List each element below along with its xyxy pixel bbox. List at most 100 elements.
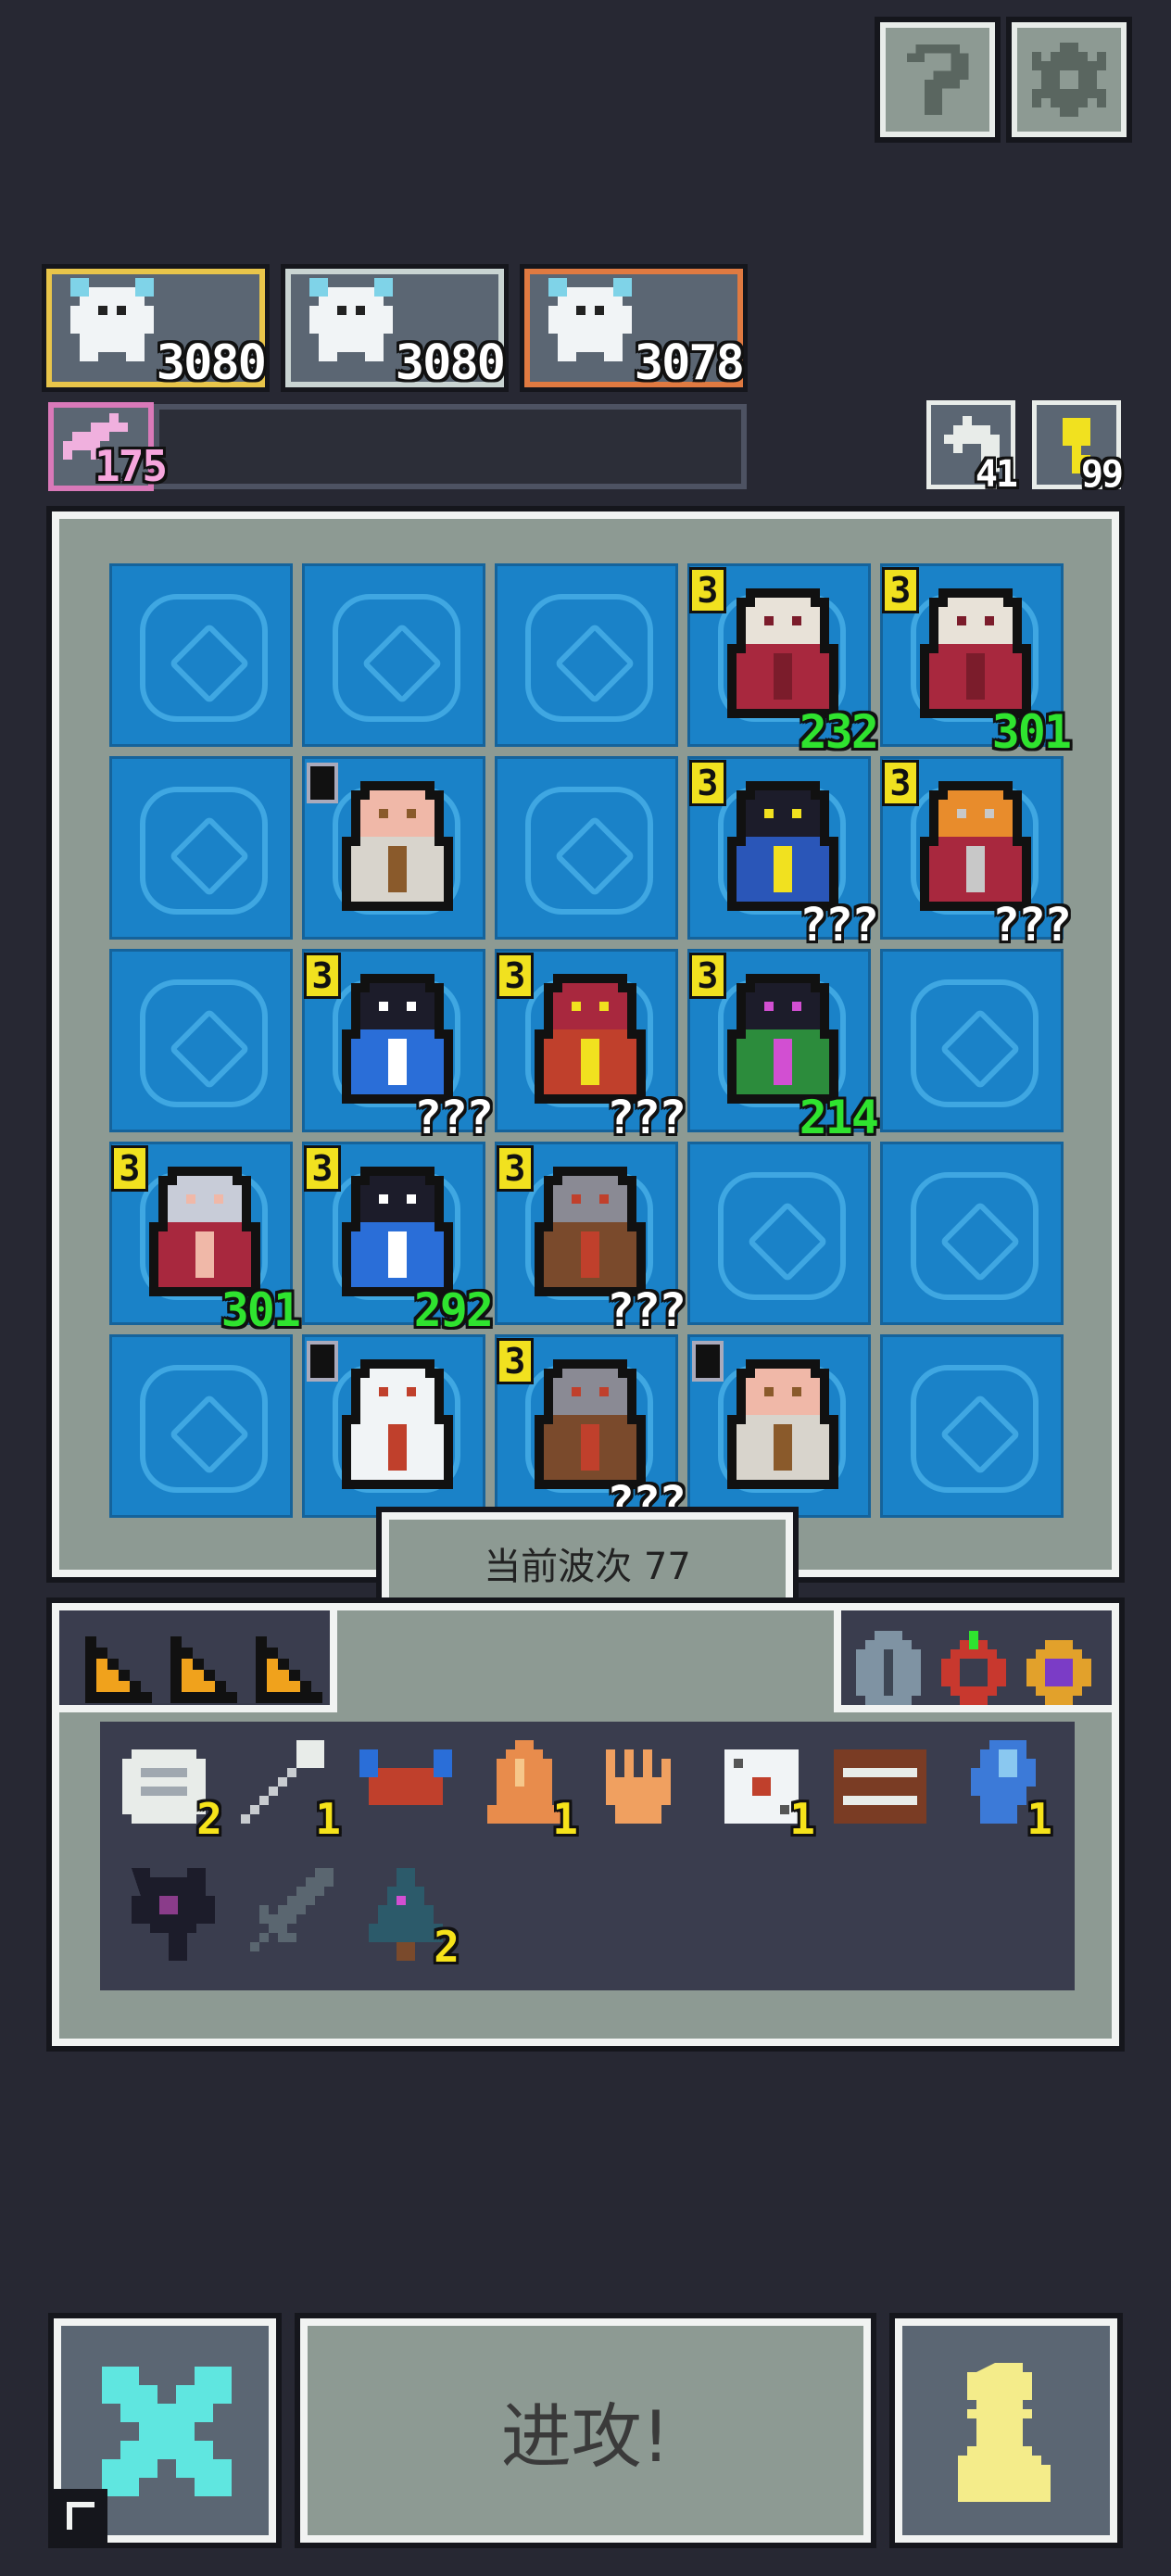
- unit-hp-value: ???: [799, 898, 879, 952]
- attack-button[interactable]: 进攻!: [300, 2318, 871, 2543]
- board-cell[interactable]: [880, 1142, 1064, 1325]
- reroll-button[interactable]: 41: [926, 400, 1018, 496]
- key-button[interactable]: 99: [1032, 400, 1124, 496]
- board-cell[interactable]: 3 292: [302, 1142, 494, 1337]
- help-button[interactable]: [880, 22, 995, 137]
- board-cell[interactable]: [109, 1334, 293, 1518]
- star-level-badge: 3: [885, 570, 916, 611]
- item-count: 1: [789, 1794, 815, 1844]
- unit-white-yeti[interactable]: [305, 1337, 488, 1521]
- unit-old-farmer[interactable]: [305, 759, 488, 942]
- inventory-item[interactable]: 1: [241, 1740, 341, 1844]
- inventory-item[interactable]: [834, 1740, 926, 1833]
- cheese-wedge-icon[interactable]: [170, 1636, 237, 1703]
- inventory-item[interactable]: 2: [122, 1740, 222, 1844]
- unit-red-armored-knight[interactable]: 3???: [497, 952, 686, 1144]
- board-cell[interactable]: 3 301: [109, 1142, 301, 1337]
- inventory-item[interactable]: 1: [715, 1740, 815, 1844]
- cheese-wedge-icon[interactable]: [85, 1636, 152, 1703]
- unit-dark-haired-mage[interactable]: 3???: [690, 759, 879, 952]
- board-cell[interactable]: [880, 949, 1064, 1132]
- star-level-badge: 3: [114, 1148, 145, 1189]
- unit-iron-shield-guard[interactable]: 3???: [497, 1337, 686, 1530]
- board-cell[interactable]: 3 301: [880, 563, 1072, 759]
- gear-icon: [1032, 43, 1106, 117]
- hero-card-2[interactable]: 3080: [285, 269, 506, 391]
- star-level-badge: [307, 1341, 338, 1382]
- purple-ring-icon[interactable]: [1026, 1631, 1091, 1705]
- inventory-item[interactable]: [359, 1740, 452, 1833]
- board-cell[interactable]: [495, 756, 678, 940]
- board-cell[interactable]: [880, 1334, 1064, 1518]
- star-level-badge: 3: [499, 955, 531, 996]
- beetle-icon[interactable]: [856, 1631, 921, 1705]
- old-farmer-icon: [342, 781, 453, 911]
- crab-icon: [359, 1749, 452, 1805]
- hero-power-value: 3078: [634, 335, 745, 391]
- unit-hp-value: 214: [799, 1091, 879, 1144]
- board-cell[interactable]: [109, 563, 293, 747]
- board-cell[interactable]: [687, 1334, 871, 1518]
- unit-silver-haired-girl[interactable]: 3 301: [112, 1144, 301, 1337]
- unit-hp-value: 232: [799, 705, 879, 759]
- inventory-item[interactable]: [122, 1868, 215, 1961]
- key-count: 99: [1080, 453, 1124, 496]
- star-level-badge: 3: [692, 955, 724, 996]
- board-cell[interactable]: [302, 1334, 485, 1518]
- inventory-item[interactable]: 2: [359, 1868, 460, 1972]
- unit-red-hooded-monk[interactable]: 3 301: [883, 566, 1072, 759]
- unit-hp-value: 301: [220, 1283, 301, 1337]
- board-cell[interactable]: 3???: [302, 949, 494, 1144]
- star-level-badge: 3: [692, 763, 724, 803]
- attack-label: 进攻!: [500, 2395, 671, 2478]
- board-cell[interactable]: 3???: [880, 756, 1072, 952]
- board-cell[interactable]: [109, 756, 293, 940]
- unit-red-hooded-monk[interactable]: 3 232: [690, 566, 879, 759]
- star-level-badge: 3: [499, 1148, 531, 1189]
- tile-pattern: [525, 787, 653, 915]
- tile-pattern: [140, 787, 268, 915]
- pawn-button[interactable]: [895, 2318, 1117, 2543]
- hero-card-1[interactable]: 3080: [46, 269, 267, 391]
- unit-green-witch[interactable]: 3 214: [690, 952, 879, 1144]
- old-farmer-icon: [727, 1359, 838, 1489]
- unit-blue-shadow-beast[interactable]: 3???: [305, 952, 494, 1144]
- hero-card-3[interactable]: 3078: [524, 269, 745, 391]
- board-cell[interactable]: [495, 563, 678, 747]
- board-cell[interactable]: 3???: [495, 1142, 686, 1337]
- board-cell[interactable]: 3 232: [687, 563, 879, 759]
- board-cell[interactable]: [109, 949, 293, 1132]
- tile-pattern: [140, 979, 268, 1107]
- red-ring-icon[interactable]: [941, 1631, 1006, 1705]
- item-slots: 2 1 1 1 1 2: [100, 1722, 1075, 1990]
- unit-hp-value: ???: [991, 898, 1072, 952]
- tile-pattern: [911, 979, 1039, 1107]
- board-cell[interactable]: 3???: [495, 949, 686, 1144]
- inventory-item[interactable]: 1: [952, 1740, 1052, 1844]
- board-cell[interactable]: 3 214: [687, 949, 879, 1144]
- unit-old-farmer[interactable]: [690, 1337, 874, 1521]
- board-cell[interactable]: 3???: [687, 756, 879, 952]
- board-cell[interactable]: 3???: [495, 1334, 686, 1530]
- cheese-wedge-icon[interactable]: [256, 1636, 322, 1703]
- hero-power-value: 3080: [156, 335, 267, 391]
- shadow-flower-icon: [132, 1868, 215, 1961]
- unit-iron-shield-guard[interactable]: 3???: [497, 1144, 686, 1337]
- tile-pattern: [718, 1172, 846, 1300]
- star-level-badge: 3: [885, 763, 916, 803]
- board-cell[interactable]: [302, 756, 485, 940]
- inventory-item[interactable]: [597, 1740, 689, 1833]
- inventory-item[interactable]: [241, 1868, 334, 1961]
- progress-badge: 175: [48, 402, 168, 491]
- yeti-portrait-icon: [70, 278, 154, 361]
- board-cell[interactable]: [687, 1142, 871, 1325]
- unit-blue-shadow-beast[interactable]: 3 292: [305, 1144, 494, 1337]
- inventory-item[interactable]: 1: [478, 1740, 578, 1844]
- claw-icon: [606, 1749, 671, 1824]
- board-cell[interactable]: [302, 563, 485, 747]
- star-level-badge: [307, 763, 338, 803]
- cancel-button[interactable]: [54, 2318, 276, 2543]
- settings-button[interactable]: [1012, 22, 1127, 137]
- tile-pattern: [140, 1365, 268, 1493]
- unit-flame-bearded-dwarf[interactable]: 3???: [883, 759, 1072, 952]
